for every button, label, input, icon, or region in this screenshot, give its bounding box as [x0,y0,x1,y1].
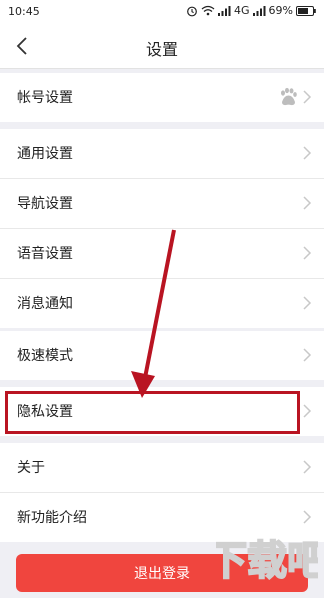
chevron-right-icon [303,460,312,474]
settings-row-whats-new[interactable]: 新功能介绍 [0,493,324,542]
row-label: 导航设置 [17,196,73,212]
settings-row-account[interactable]: 帐号设置 [0,73,324,122]
settings-row-speed-mode[interactable]: 极速模式 [0,331,324,380]
settings-group-privacy: 隐私设置 [0,387,324,436]
chevron-right-icon [303,296,312,310]
settings-group-speed: 极速模式 [0,331,324,380]
settings-row-navigation[interactable]: 导航设置 [0,179,324,229]
row-label: 通用设置 [17,146,73,162]
nav-bar: 设置 [0,24,324,69]
settings-group-account: 帐号设置 [0,73,324,122]
row-label: 帐号设置 [17,90,73,106]
chevron-right-icon [303,90,312,104]
chevron-right-icon [303,404,312,418]
battery-icon [296,5,316,16]
status-bar: 10:45 4G 69% [0,0,324,24]
row-label: 关于 [17,460,45,476]
signal-icon [252,6,266,16]
baidu-paw-icon [281,87,297,106]
chevron-right-icon [303,146,312,160]
chevron-right-icon [303,196,312,210]
settings-group-general: 通用设置 导航设置 语音设置 消息通知 [0,129,324,328]
logout-button[interactable]: 退出登录 [16,554,308,592]
settings-row-notifications[interactable]: 消息通知 [0,279,324,328]
chevron-right-icon [303,510,312,524]
status-time: 10:45 [8,5,40,18]
wifi-icon [201,5,215,16]
status-icons: 4G 69% [186,4,316,17]
row-label: 极速模式 [17,348,73,364]
row-label: 新功能介绍 [17,510,87,526]
settings-group-about: 关于 新功能介绍 [0,443,324,542]
page-title: 设置 [145,40,178,59]
settings-row-voice[interactable]: 语音设置 [0,229,324,279]
alarm-icon [187,6,197,16]
settings-row-privacy[interactable]: 隐私设置 [0,387,324,436]
network-type: 4G [234,4,250,17]
battery-percent: 69% [268,4,293,17]
settings-row-about[interactable]: 关于 [0,443,324,493]
row-label: 语音设置 [17,246,73,262]
signal-icon [218,6,231,16]
row-label: 消息通知 [17,296,73,312]
chevron-right-icon [303,246,312,260]
settings-row-general[interactable]: 通用设置 [0,129,324,179]
chevron-right-icon [303,348,312,362]
row-label: 隐私设置 [17,404,73,420]
